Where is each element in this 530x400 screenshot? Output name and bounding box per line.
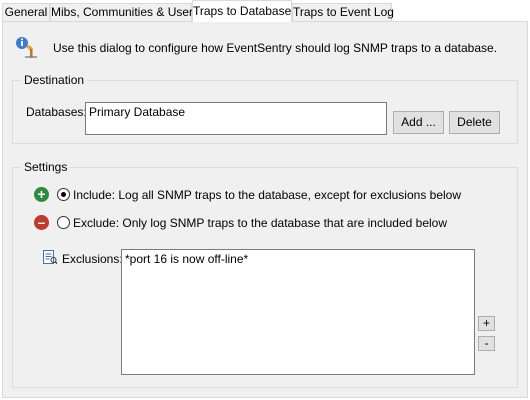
snmp-info-icon xyxy=(15,35,39,59)
include-radio[interactable] xyxy=(57,188,70,201)
tab-traps-to-database[interactable]: Traps to Database xyxy=(192,0,292,22)
tab-label: Traps to Event Log xyxy=(293,5,394,19)
tab-panel: Use this dialog to configure how EventSe… xyxy=(2,21,528,398)
destination-group: Destination Databases: Primary Database … xyxy=(12,73,518,144)
exclusions-list[interactable]: *port 16 is now off-line* xyxy=(121,249,475,375)
settings-group: Settings + Include: Log all SNMP traps t… xyxy=(12,160,518,388)
tab-traps-to-event-log[interactable]: Traps to Event Log xyxy=(292,3,394,21)
add-exclusion-button[interactable]: + xyxy=(478,316,495,331)
exclude-minus-icon: – xyxy=(34,215,49,230)
remove-exclusion-button[interactable]: - xyxy=(478,336,495,351)
tab-label: Traps to Database xyxy=(193,4,292,18)
tab-strip: General Mibs, Communities & Users Traps … xyxy=(0,0,530,22)
settings-title: Settings xyxy=(21,160,71,174)
databases-label: Databases: xyxy=(26,105,87,119)
exclude-radio[interactable] xyxy=(57,216,70,229)
tab-label: Mibs, Communities & Users xyxy=(51,5,200,19)
include-plus-icon: + xyxy=(34,187,49,202)
exclusions-label: Exclusions: xyxy=(62,252,123,266)
tab-general[interactable]: General xyxy=(2,3,50,21)
database-item[interactable]: Primary Database xyxy=(89,105,185,119)
exclusions-list-icon xyxy=(42,249,58,265)
tab-label: General xyxy=(4,5,48,19)
tab-mibs-communities-users[interactable]: Mibs, Communities & Users xyxy=(50,3,199,21)
include-label[interactable]: Include: Log all SNMP traps to the datab… xyxy=(73,188,461,202)
exclusion-item[interactable]: *port 16 is now off-line* xyxy=(125,252,248,266)
databases-list[interactable]: Primary Database xyxy=(85,102,387,135)
exclude-label[interactable]: Exclude: Only log SNMP traps to the data… xyxy=(73,216,447,230)
add-database-button[interactable]: Add ... xyxy=(393,111,444,134)
intro-text: Use this dialog to configure how EventSe… xyxy=(53,41,498,55)
delete-database-button[interactable]: Delete xyxy=(449,111,500,134)
destination-title: Destination xyxy=(21,73,88,87)
